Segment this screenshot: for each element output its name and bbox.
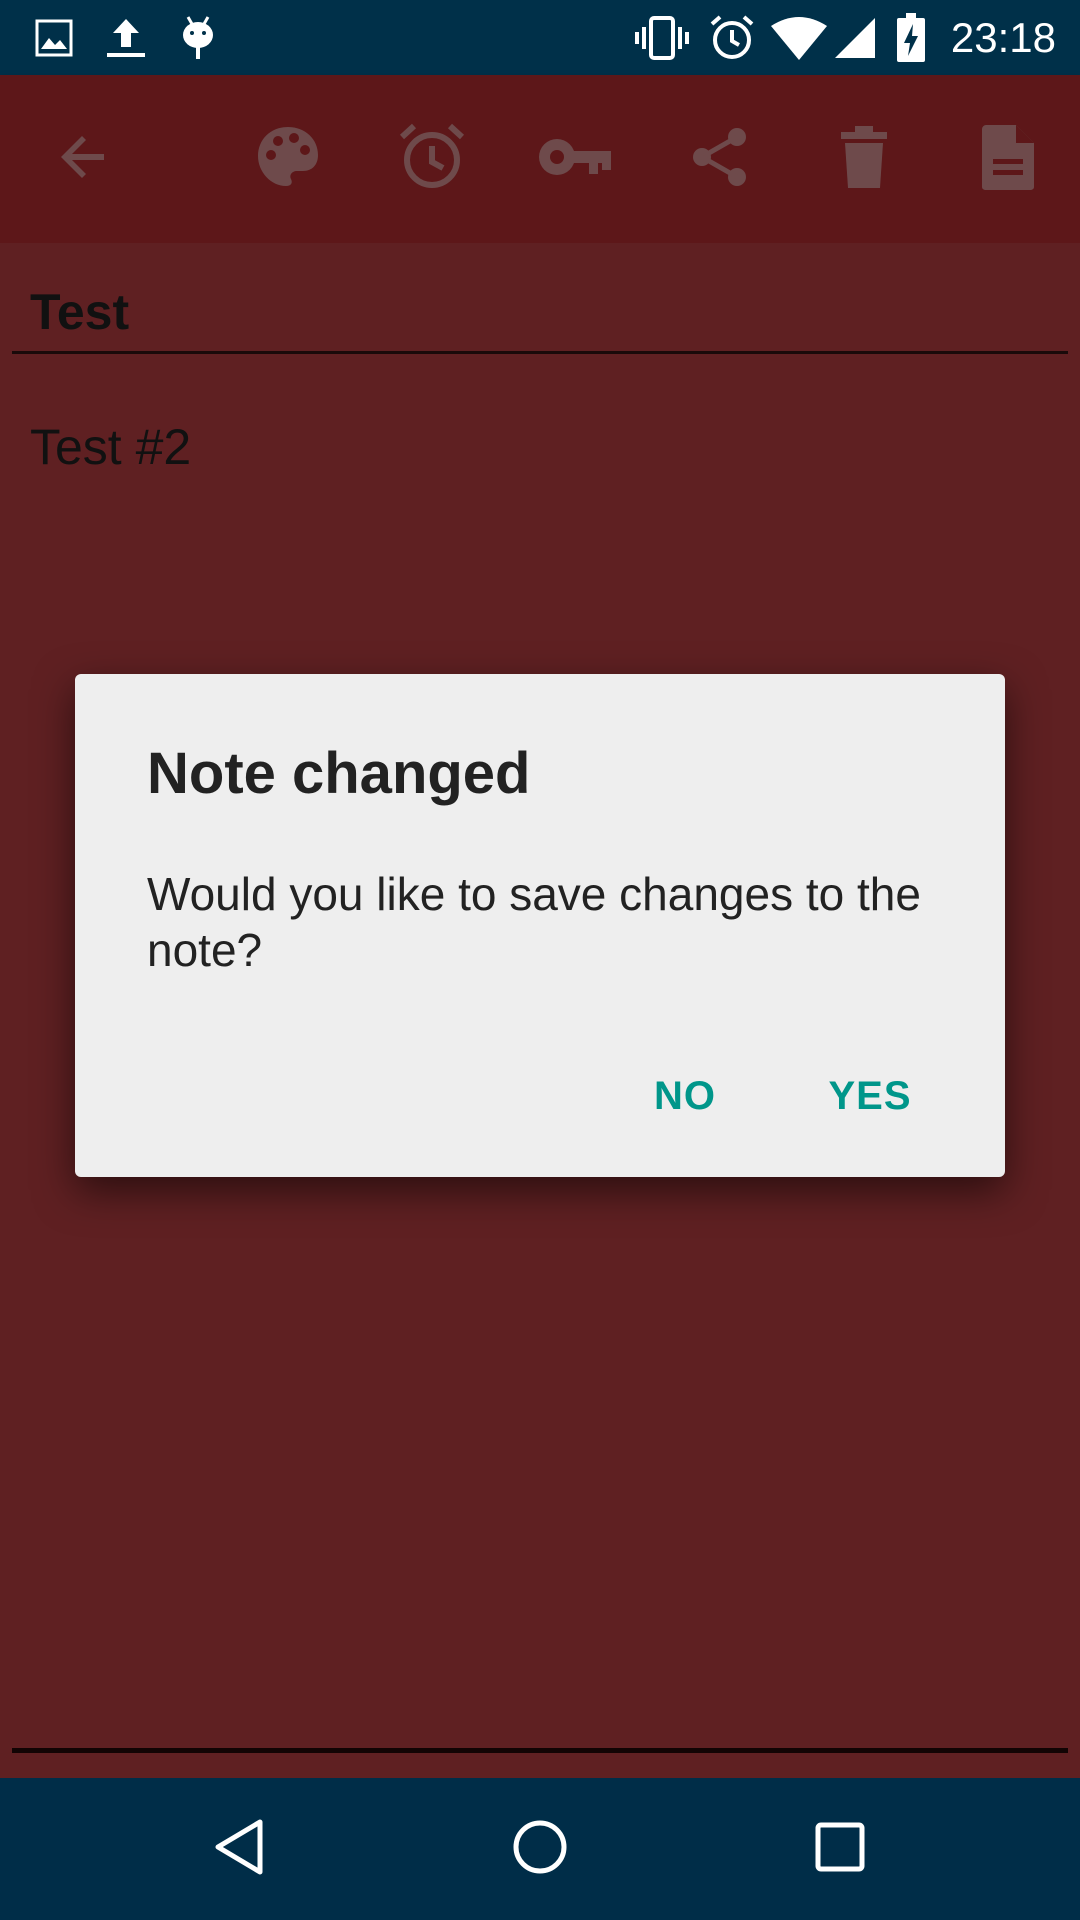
vibrate-icon — [634, 12, 690, 64]
nav-home-icon — [510, 1817, 570, 1882]
reminder-button[interactable] — [392, 119, 472, 199]
android-debug-icon — [178, 12, 218, 64]
navigation-bar — [0, 1778, 1080, 1920]
cell-signal-icon — [832, 12, 878, 64]
delete-button[interactable] — [824, 119, 904, 199]
toolbar — [0, 75, 1080, 243]
back-arrow-icon — [56, 129, 112, 190]
share-button[interactable] — [680, 119, 760, 199]
status-bar: 23:18 — [0, 0, 1080, 75]
details-button[interactable] — [968, 119, 1048, 199]
note-body-field[interactable]: Test #2 — [30, 418, 191, 476]
no-button[interactable]: NO — [621, 1056, 749, 1136]
dialog-title: Note changed — [147, 741, 531, 806]
nav-back-icon — [210, 1817, 270, 1882]
title-divider — [12, 351, 1068, 354]
color-button[interactable] — [248, 119, 328, 199]
wifi-icon — [770, 12, 828, 64]
image-icon — [34, 12, 74, 64]
note-title-field[interactable]: Test — [30, 283, 129, 341]
share-icon — [689, 126, 751, 193]
document-icon — [980, 123, 1036, 196]
dialog-message: Would you like to save changes to the no… — [147, 868, 921, 976]
nav-recents-icon — [812, 1819, 868, 1880]
upload-icon — [102, 12, 150, 64]
palette-icon — [255, 124, 321, 195]
nav-back-button[interactable] — [190, 1799, 290, 1899]
nav-recents-button[interactable] — [790, 1799, 890, 1899]
alarm-icon — [397, 122, 467, 197]
back-button[interactable] — [44, 119, 124, 199]
delete-icon — [839, 124, 889, 195]
clock: 23:18 — [950, 14, 1056, 61]
save-changes-dialog: Note changed Would you like to save chan… — [75, 674, 1005, 1177]
lock-button[interactable] — [535, 119, 615, 199]
battery-charging-icon — [894, 12, 928, 64]
alarm-icon — [706, 12, 758, 64]
yes-button[interactable]: YES — [798, 1056, 942, 1136]
nav-home-button[interactable] — [490, 1799, 590, 1899]
body-divider — [12, 1748, 1068, 1753]
key-icon — [537, 135, 613, 184]
